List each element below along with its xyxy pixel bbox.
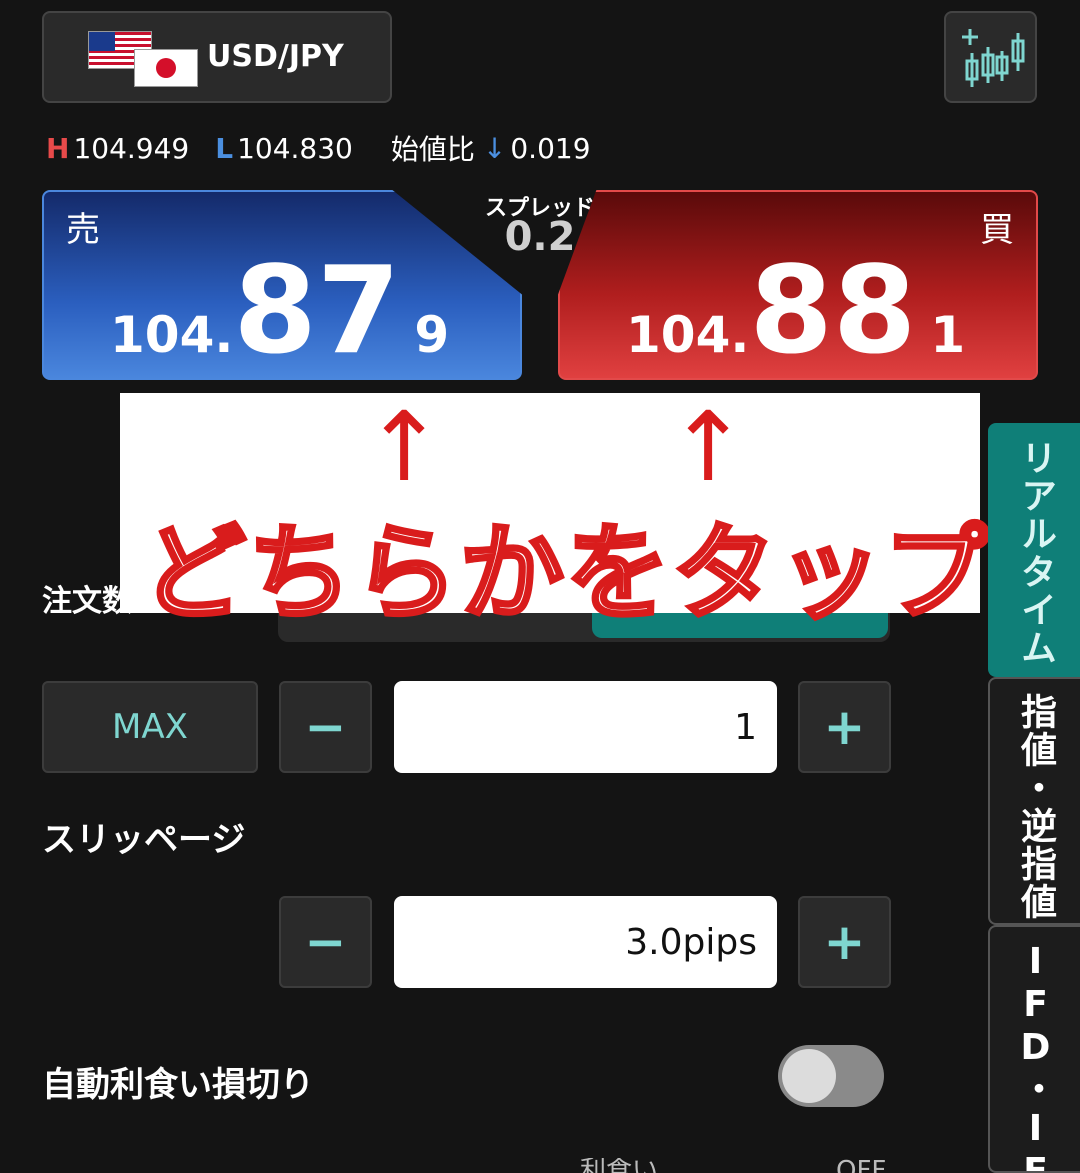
low-value: 104.830 <box>237 131 353 165</box>
candlestick-chart-icon <box>962 29 1025 87</box>
buy-side-label: 買 <box>980 210 1014 250</box>
buy-price-tail: 1 <box>930 306 966 364</box>
auto-tp-sl-label: 自動利食い損切り <box>42 1065 314 1105</box>
slippage-input[interactable]: 3.0pips <box>394 896 777 988</box>
chart-button[interactable] <box>944 11 1037 103</box>
sell-price-button[interactable]: 売 104.87 9 <box>42 190 522 380</box>
take-profit-partial-value: OFF <box>836 1158 887 1173</box>
tab-limit-stop[interactable]: 指値・逆指値 <box>988 677 1080 925</box>
quantity-plus-button[interactable]: + <box>798 681 891 773</box>
change-label: 始値比 <box>390 133 475 166</box>
currency-pair-selector[interactable]: USD/JPY <box>42 11 392 103</box>
jp-flag-icon <box>134 49 198 87</box>
tap-instruction-overlay: ↑ ↑ どちらかをタップ <box>120 391 990 636</box>
sell-price: 104.87 9 <box>110 252 449 372</box>
auto-tp-sl-toggle[interactable] <box>778 1045 884 1107</box>
price-stats-row: H 104.949 L 104.830 始値比 ↓ 0.019 <box>46 128 591 168</box>
high-value: 104.949 <box>73 131 190 165</box>
up-arrow-icon: ↑ <box>364 391 445 503</box>
quantity-input[interactable]: 1 <box>394 681 777 773</box>
buy-price: 104.88 1 <box>626 252 965 372</box>
slippage-plus-button[interactable]: + <box>798 896 891 988</box>
high-marker: H <box>46 131 70 165</box>
tab-realtime[interactable]: リアルタイム <box>988 423 1080 677</box>
tap-either-text: どちらかをタップ <box>140 510 991 636</box>
quantity-minus-button[interactable]: − <box>279 681 372 773</box>
toggle-knob <box>782 1049 836 1103</box>
sell-price-main: 87 <box>233 242 401 381</box>
sell-price-prefix: 104. <box>110 306 234 364</box>
slippage-label: スリッページ <box>42 820 246 860</box>
sell-side-label: 売 <box>66 210 100 250</box>
up-arrow-icon: ↑ <box>668 391 749 503</box>
change-value: 0.019 <box>510 131 591 165</box>
order-quantity-label: 注文数 <box>42 584 132 619</box>
buy-price-prefix: 104. <box>626 306 750 364</box>
take-profit-partial-label: 利食い <box>580 1158 659 1173</box>
low-marker: L <box>215 131 234 165</box>
sell-price-tail: 9 <box>414 306 450 364</box>
tab-ifd-ifo[interactable]: IFD・IFO <box>988 925 1080 1173</box>
max-button[interactable]: MAX <box>42 681 258 773</box>
currency-pair-label: USD/JPY <box>207 39 344 74</box>
buy-price-button[interactable]: 買 104.88 1 <box>558 190 1038 380</box>
down-arrow-icon: ↓ <box>482 131 507 165</box>
slippage-minus-button[interactable]: − <box>279 896 372 988</box>
buy-price-main: 88 <box>749 242 917 381</box>
